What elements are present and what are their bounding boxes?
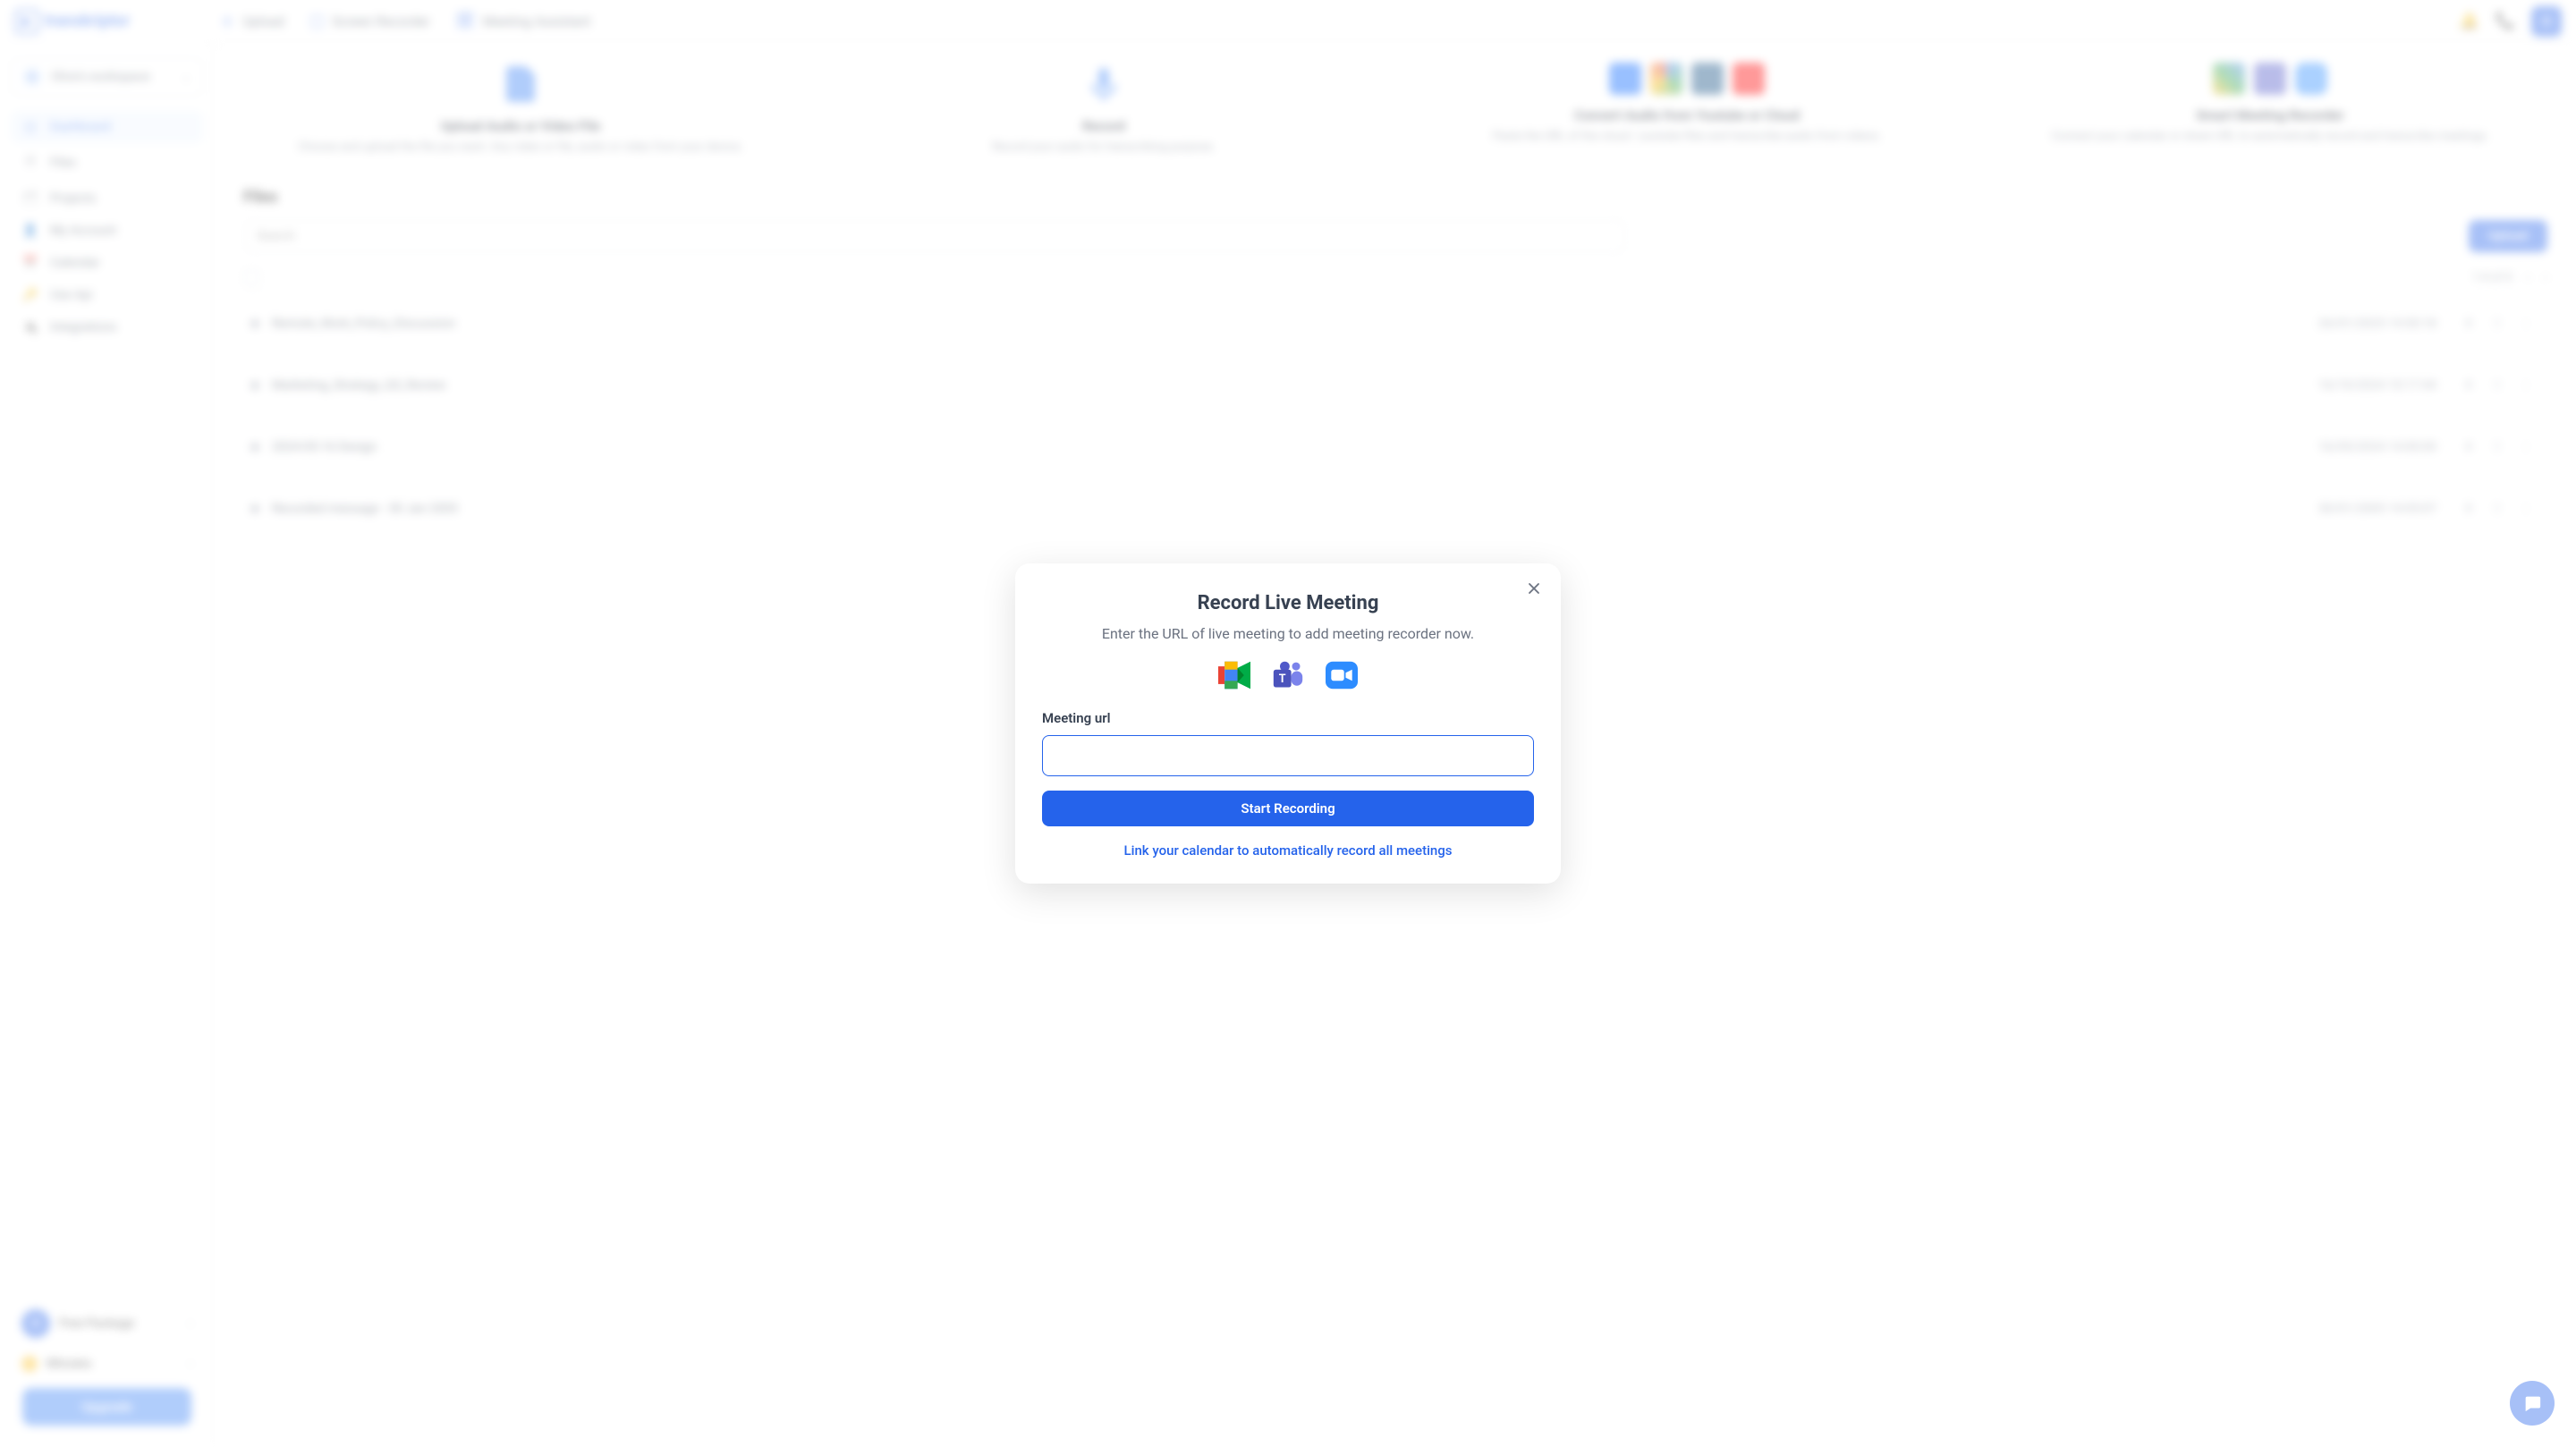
google-meet-icon: [1218, 660, 1250, 690]
record-live-meeting-modal: Record Live Meeting Enter the URL of liv…: [1015, 563, 1561, 884]
link-calendar-link[interactable]: Link your calendar to automatically reco…: [1042, 842, 1534, 859]
modal-app-icons: T: [1042, 660, 1534, 690]
svg-text:T: T: [1279, 673, 1286, 686]
zoom-icon: [1326, 660, 1358, 690]
modal-subtitle: Enter the URL of live meeting to add mee…: [1042, 625, 1534, 642]
modal-title: Record Live Meeting: [1042, 592, 1534, 614]
meeting-url-label: Meeting url: [1042, 710, 1534, 726]
start-recording-button[interactable]: Start Recording: [1042, 791, 1534, 826]
meeting-url-input[interactable]: [1042, 735, 1534, 776]
modal-overlay: Record Live Meeting Enter the URL of liv…: [0, 0, 2576, 1447]
close-button[interactable]: [1527, 581, 1541, 596]
close-icon: [1527, 581, 1541, 596]
microsoft-teams-icon: T: [1272, 660, 1304, 690]
